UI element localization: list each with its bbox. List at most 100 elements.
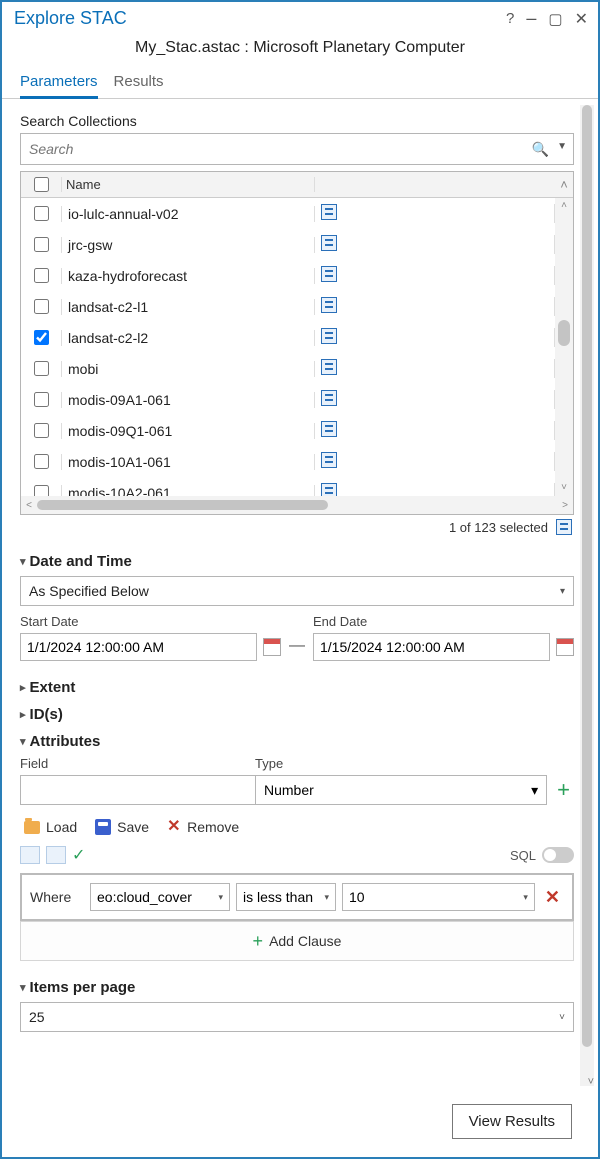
section-extent[interactable]: ▸ Extent — [20, 679, 574, 696]
search-collections-input[interactable] — [27, 140, 532, 158]
chevron-down-icon: ▾ — [20, 555, 26, 568]
collection-row[interactable]: jrc-gsw — [21, 229, 555, 260]
start-date-label: Start Date — [20, 614, 281, 629]
selection-properties-icon[interactable] — [556, 519, 572, 535]
window-controls: ? – ▢ ✕ — [506, 8, 588, 29]
pane-scroll-down-icon[interactable]: ˅ — [588, 1076, 594, 1088]
collection-properties-icon[interactable] — [321, 483, 337, 496]
remove-button[interactable]: ✕ Remove — [167, 819, 239, 835]
save-button[interactable]: Save — [95, 819, 149, 835]
clause-operator-dropdown[interactable]: is less than ▾ — [236, 883, 336, 911]
query-clause: Where eo:cloud_cover ▾ is less than ▾ 10… — [20, 873, 574, 921]
collection-checkbox[interactable] — [34, 299, 49, 314]
collection-properties-icon[interactable] — [321, 204, 337, 220]
collection-checkbox[interactable] — [34, 392, 49, 407]
add-clause-button[interactable]: + Add Clause — [20, 921, 574, 961]
delete-clause-button[interactable]: ✕ — [541, 887, 564, 908]
collection-properties-icon[interactable] — [321, 235, 337, 251]
items-per-page-value: 25 — [29, 1009, 45, 1025]
collection-row[interactable]: kaza-hydroforecast — [21, 260, 555, 291]
chevron-down-icon: ▾ — [560, 586, 565, 597]
collection-properties-icon[interactable] — [321, 328, 337, 344]
calendar-icon[interactable] — [263, 638, 281, 656]
collection-properties-icon[interactable] — [321, 297, 337, 313]
collection-properties-icon[interactable] — [321, 390, 337, 406]
collection-row[interactable]: modis-09Q1-061 — [21, 415, 555, 446]
collection-checkbox[interactable] — [34, 485, 49, 496]
close-icon[interactable]: ✕ — [575, 9, 588, 29]
date-time-heading: Date and Time — [30, 553, 132, 570]
minimize-icon[interactable]: – — [526, 8, 536, 29]
field-label: Field — [20, 756, 255, 771]
section-date-time[interactable]: ▾ Date and Time — [20, 553, 574, 570]
pane-scrollbar[interactable] — [580, 105, 594, 1086]
clause-operator-value: is less than — [243, 889, 313, 905]
end-date-input[interactable] — [313, 633, 550, 661]
search-dropdown-icon[interactable]: ▼ — [557, 141, 567, 158]
calendar-icon[interactable] — [556, 638, 574, 656]
selection-status-text: 1 of 123 selected — [449, 520, 548, 535]
collection-properties-icon[interactable] — [321, 452, 337, 468]
search-collections-label: Search Collections — [20, 113, 574, 129]
remove-label: Remove — [187, 819, 239, 835]
load-button[interactable]: Load — [24, 819, 77, 835]
tab-parameters[interactable]: Parameters — [20, 69, 98, 99]
collection-row[interactable]: io-lulc-annual-v02 — [21, 198, 555, 229]
collection-row[interactable]: modis-09A1-061 — [21, 384, 555, 415]
maximize-icon[interactable]: ▢ — [548, 10, 562, 28]
chevron-down-icon: ▾ — [324, 892, 329, 903]
collection-name: modis-09A1-061 — [61, 392, 315, 408]
help-icon[interactable]: ? — [506, 10, 514, 27]
collection-row[interactable]: modis-10A1-061 — [21, 446, 555, 477]
collection-checkbox[interactable] — [34, 361, 49, 376]
clause-field-value: eo:cloud_cover — [97, 889, 192, 905]
validate-icon[interactable]: ✓ — [72, 845, 85, 865]
collection-row[interactable]: mobi — [21, 353, 555, 384]
titlebar: Explore STAC ? – ▢ ✕ — [2, 2, 598, 33]
sql-toggle[interactable] — [542, 847, 574, 863]
date-mode-dropdown[interactable]: As Specified Below ▾ — [20, 576, 574, 606]
collection-properties-icon[interactable] — [321, 266, 337, 282]
select-all-checkbox[interactable] — [34, 177, 49, 192]
attribute-type-dropdown[interactable]: Number ▾ — [255, 775, 547, 805]
collection-properties-icon[interactable] — [321, 421, 337, 437]
collection-name: mobi — [61, 361, 315, 377]
collection-checkbox[interactable] — [34, 330, 49, 345]
collection-row[interactable]: landsat-c2-l1 — [21, 291, 555, 322]
collection-name: kaza-hydroforecast — [61, 268, 315, 284]
ids-heading: ID(s) — [30, 706, 63, 723]
attribute-field-input[interactable] — [20, 775, 255, 805]
section-attributes[interactable]: ▾ Attributes — [20, 733, 574, 750]
clause-field-dropdown[interactable]: eo:cloud_cover ▾ — [90, 883, 230, 911]
collection-checkbox[interactable] — [34, 237, 49, 252]
search-icon[interactable]: 🔍 — [532, 141, 549, 158]
grid-vertical-scrollbar[interactable]: ˄ ˅ — [555, 198, 573, 496]
add-attribute-button[interactable]: + — [547, 777, 574, 803]
collection-checkbox[interactable] — [34, 423, 49, 438]
tab-results[interactable]: Results — [114, 69, 164, 98]
collection-checkbox[interactable] — [34, 454, 49, 469]
collection-name: io-lulc-annual-v02 — [61, 206, 315, 222]
start-date-input[interactable] — [20, 633, 257, 661]
grid-horizontal-scrollbar[interactable]: ˂ ˃ — [21, 496, 573, 514]
collection-properties-icon[interactable] — [321, 359, 337, 375]
collection-row[interactable]: landsat-c2-l2 — [21, 322, 555, 353]
chevron-right-icon: ▸ — [20, 708, 26, 721]
column-name-header[interactable]: Name — [61, 177, 315, 192]
section-ids[interactable]: ▸ ID(s) — [20, 706, 574, 723]
type-label: Type — [255, 756, 574, 771]
collection-name: jrc-gsw — [61, 237, 315, 253]
chevron-down-icon: ▾ — [20, 981, 26, 994]
grid-scroll-up-icon[interactable]: ˄ — [555, 177, 573, 192]
collection-checkbox[interactable] — [34, 268, 49, 283]
expression-button-1[interactable] — [20, 846, 40, 864]
expression-button-2[interactable] — [46, 846, 66, 864]
chevron-right-icon: ▸ — [20, 681, 26, 694]
view-results-button[interactable]: View Results — [452, 1104, 572, 1139]
save-icon — [95, 819, 111, 835]
collection-checkbox[interactable] — [34, 206, 49, 221]
items-per-page-dropdown[interactable]: 25 ˅ — [20, 1002, 574, 1032]
clause-value-dropdown[interactable]: 10 ▾ — [342, 883, 535, 911]
section-items-per-page[interactable]: ▾ Items per page — [20, 979, 574, 996]
collection-row[interactable]: modis-10A2-061 — [21, 477, 555, 496]
